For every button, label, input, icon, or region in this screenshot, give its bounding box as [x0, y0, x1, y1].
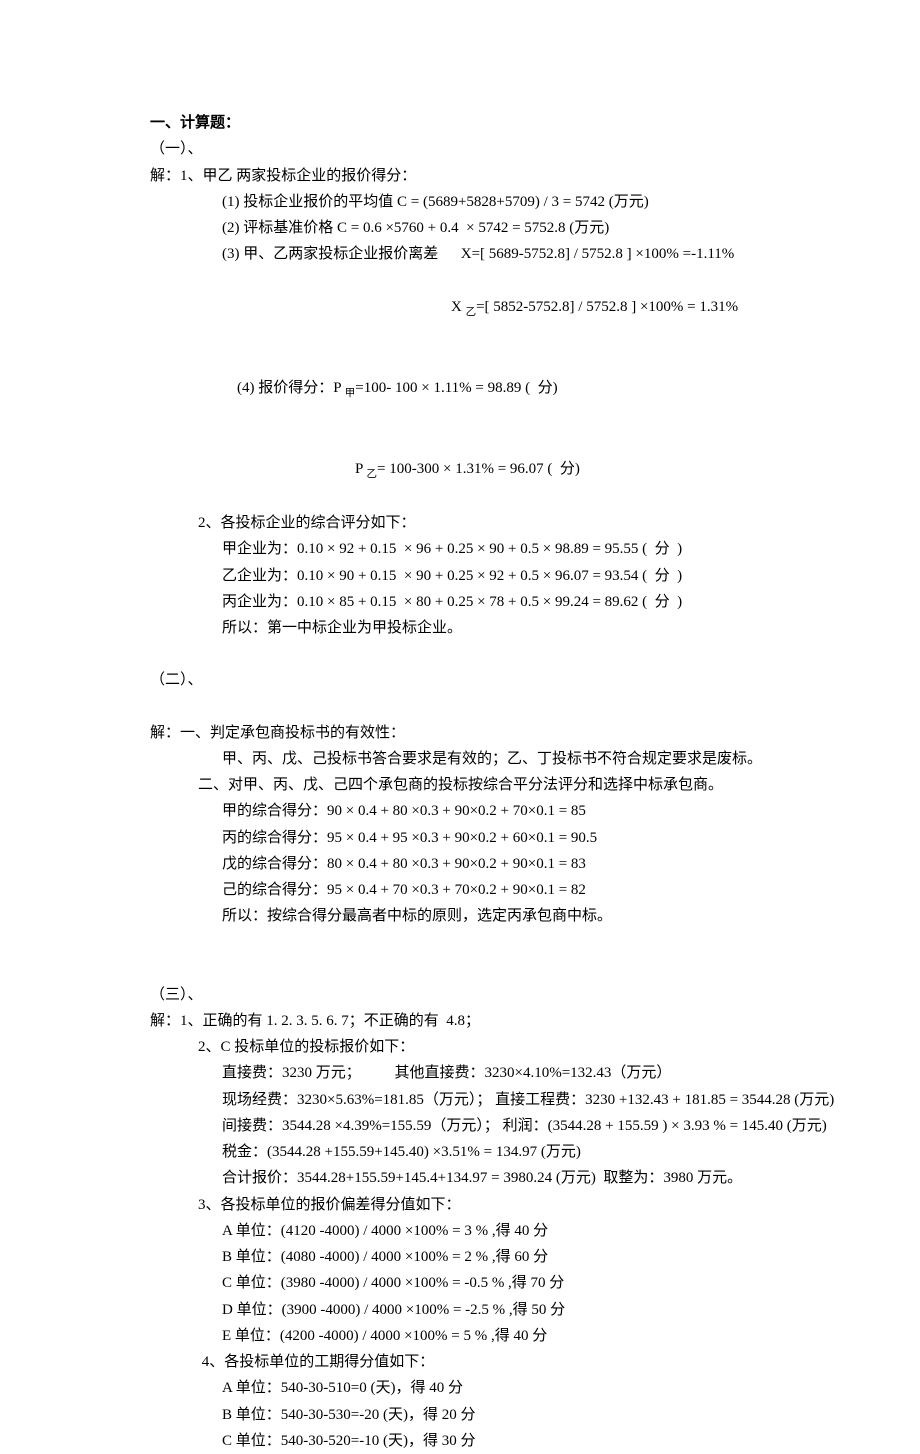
spacer	[150, 694, 770, 720]
q1-step-2: (2) 评标基准价格 C = 0.6 ×5760 + 0.4 × 5742 = …	[150, 215, 770, 241]
subsection-1-label: （一）、	[150, 136, 770, 162]
q1-4a-prefix: (4) 报价得分：P	[237, 380, 345, 396]
q1-3b-rest: =[ 5852-5752.8] / 5752.8 ] ×100% = 1.31%	[476, 299, 738, 315]
p2-intro: 解：一、判定承包商投标书的有效性：	[150, 720, 770, 746]
p2-conclusion: 所以：按综合得分最高者中标的原则，选定丙承包商中标。	[150, 903, 770, 929]
p3-q3-intro: 3、各投标单位的报价偏差得分值如下：	[150, 1192, 770, 1218]
spacer	[150, 930, 770, 956]
q1-4b-rest: = 100-300 × 1.31% = 96.07 ( 分)	[377, 461, 580, 477]
q2-line-b: 乙企业为：0.10 × 90 + 0.15 × 90 + 0.25 × 92 +…	[150, 563, 770, 589]
p3-q4-intro: 4、各投标单位的工期得分值如下：	[150, 1349, 770, 1375]
spacer	[150, 641, 770, 667]
p3-q2-intro: 2、C 投标单位的投标报价如下：	[150, 1034, 770, 1060]
p3-q2-c: 间接费：3544.28 ×4.39%=155.59（万元）； 利润：(3544.…	[150, 1113, 770, 1139]
q2-line-a: 甲企业为：0.10 × 92 + 0.15 × 96 + 0.25 × 90 +…	[150, 536, 770, 562]
p3-q3-e: E 单位：(4200 -4000) / 4000 ×100% = 5 % ,得 …	[150, 1323, 770, 1349]
p3-q4-b: B 单位：540-30-530=-20 (天)，得 20 分	[150, 1402, 770, 1428]
p2-score-a: 甲的综合得分：90 × 0.4 + 80 ×0.3 + 90×0.2 + 70×…	[150, 798, 770, 824]
q1-step-3b: X 乙=[ 5852-5752.8] / 5752.8 ] ×100% = 1.…	[150, 268, 770, 349]
subsection-3-label: （三）、	[150, 982, 770, 1008]
p2-validity: 甲、丙、戊、己投标书答合要求是有效的；乙、丁投标书不符合规定要求是废标。	[150, 746, 770, 772]
q1-3b-prefix: X	[451, 299, 466, 315]
p3-q3-c: C 单位：(3980 -4000) / 4000 ×100% = -0.5 % …	[150, 1270, 770, 1296]
q1-4a-rest: =100- 100 × 1.11% = 98.89 ( 分)	[355, 380, 557, 396]
p3-q3-a: A 单位：(4120 -4000) / 4000 ×100% = 3 % ,得 …	[150, 1218, 770, 1244]
p3-q4-c: C 单位：540-30-520=-10 (天)，得 30 分	[150, 1428, 770, 1454]
p3-q3-b: B 单位：(4080 -4000) / 4000 ×100% = 2 % ,得 …	[150, 1244, 770, 1270]
p3-q2-b: 现场经费：3230×5.63%=181.85（万元）； 直接工程费：3230 +…	[150, 1087, 770, 1113]
document-page: 一、计算题： （一）、 解：1、甲乙 两家投标企业的报价得分： (1) 投标企业…	[0, 0, 920, 1454]
q1-step-3a: (3) 甲、乙两家投标企业报价离差 X=[ 5689-5752.8] / 575…	[150, 241, 770, 267]
q1-step-1: (1) 投标企业报价的平均值 C = (5689+5828+5709) / 3 …	[150, 189, 770, 215]
p3-q1: 解：1、正确的有 1. 2. 3. 5. 6. 7；不正确的有 4.8；	[150, 1008, 770, 1034]
p2-score-b: 丙的综合得分：95 × 0.4 + 95 ×0.3 + 90×0.2 + 60×…	[150, 825, 770, 851]
p2-score-d: 己的综合得分：95 × 0.4 + 70 ×0.3 + 70×0.2 + 90×…	[150, 877, 770, 903]
p3-q2-d: 税金：(3544.28 +155.59+145.40) ×3.51% = 134…	[150, 1139, 770, 1165]
subsection-2-label: （二）、	[150, 667, 770, 693]
p2-method: 二、对甲、丙、戊、己四个承包商的投标按综合平分法评分和选择中标承包商。	[150, 772, 770, 798]
spacer	[150, 956, 770, 982]
p3-q3-d: D 单位：(3900 -4000) / 4000 ×100% = -2.5 % …	[150, 1297, 770, 1323]
q1-step-4a: (4) 报价得分：P 甲=100- 100 × 1.11% = 98.89 ( …	[150, 348, 770, 429]
p3-q2-a: 直接费：3230 万元； 其他直接费：3230×4.10%=132.43（万元）	[150, 1060, 770, 1086]
q2-intro: 2、各投标企业的综合评分如下：	[150, 510, 770, 536]
section-heading: 一、计算题：	[150, 110, 770, 136]
p3-q4-a: A 单位：540-30-510=0 (天)，得 40 分	[150, 1375, 770, 1401]
q2-line-c: 丙企业为：0.10 × 85 + 0.15 × 80 + 0.25 × 78 +…	[150, 589, 770, 615]
p3-q2-e: 合计报价：3544.28+155.59+145.4+134.97 = 3980.…	[150, 1165, 770, 1191]
q2-conclusion: 所以：第一中标企业为甲投标企业。	[150, 615, 770, 641]
q1-4b-prefix: P	[355, 461, 367, 477]
p2-score-c: 戊的综合得分：80 × 0.4 + 80 ×0.3 + 90×0.2 + 90×…	[150, 851, 770, 877]
q1-intro: 解：1、甲乙 两家投标企业的报价得分：	[150, 163, 770, 189]
q1-3b-sub: 乙	[466, 307, 477, 318]
q1-step-4b: P 乙= 100-300 × 1.31% = 96.07 ( 分)	[150, 429, 770, 510]
q1-4a-sub: 甲	[345, 388, 356, 399]
q1-4b-sub: 乙	[367, 469, 378, 480]
